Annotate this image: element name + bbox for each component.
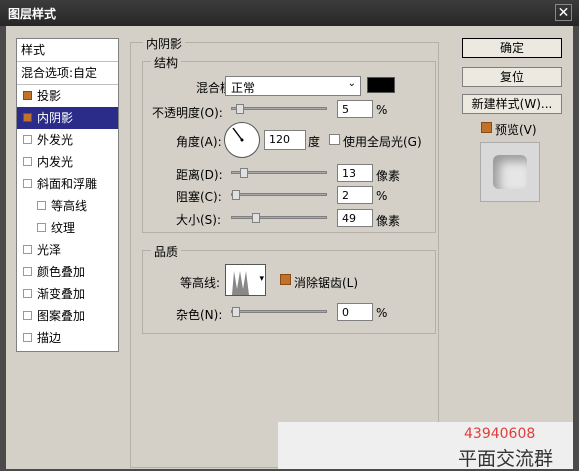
style-item-checkbox[interactable] — [23, 157, 32, 166]
contour-preview-icon — [227, 271, 257, 295]
style-item[interactable]: 内阴影 — [17, 107, 118, 129]
opacity-slider[interactable] — [231, 104, 327, 114]
style-item-label: 光泽 — [37, 243, 62, 257]
title-bar: 图层样式 ✕ — [0, 0, 579, 26]
opacity-unit: % — [376, 103, 388, 117]
style-item-label: 渐变叠加 — [37, 287, 86, 301]
choke-slider-thumb[interactable] — [232, 190, 240, 200]
noise-unit: % — [376, 306, 388, 320]
reset-button[interactable]: 复位 — [462, 67, 562, 87]
styles-list: 样式 混合选项:自定 投影内阴影外发光内发光斜面和浮雕等高线纹理光泽颜色叠加渐变… — [16, 38, 119, 352]
blend-mode-value: 正常 — [231, 81, 256, 95]
style-item[interactable]: 内发光 — [17, 151, 118, 173]
style-item-checkbox[interactable] — [37, 223, 46, 232]
style-item-checkbox[interactable] — [23, 311, 32, 320]
opacity-label: 不透明度(O): — [152, 106, 223, 120]
layer-style-dialog: 样式 混合选项:自定 投影 内阴影 外发光 内发光 斜面和浮雕 等高线 纹理 光泽 颜色叠加 渐变… — [6, 26, 573, 470]
preview-shape — [493, 155, 527, 189]
style-item-label: 内发光 — [37, 155, 74, 169]
ok-button[interactable]: 确定 — [462, 38, 562, 58]
style-item-checkbox[interactable] — [23, 91, 32, 100]
distance-slider-thumb[interactable] — [240, 168, 248, 178]
angle-dial[interactable] — [224, 122, 260, 158]
choke-unit: % — [376, 189, 388, 203]
style-item[interactable]: 描边 — [17, 327, 118, 349]
preview-swatch — [480, 142, 540, 202]
chevron-down-icon: ⌄ — [347, 78, 356, 89]
style-item[interactable]: 投影 — [17, 85, 118, 107]
angle-dial-needle-icon — [232, 127, 244, 142]
noise-input[interactable]: 0 — [337, 303, 373, 321]
style-item-checkbox[interactable] — [23, 267, 32, 276]
noise-label: 杂色(N): — [176, 308, 223, 322]
opacity-input[interactable]: 5 — [337, 100, 373, 118]
style-item-label: 投影 — [37, 89, 62, 103]
angle-input[interactable]: 120 — [264, 130, 306, 150]
close-button[interactable]: ✕ — [555, 4, 572, 21]
size-slider[interactable] — [231, 213, 327, 223]
structure-title: 结构 — [151, 54, 182, 71]
contour-label: 等高线: — [180, 276, 221, 290]
style-item-label: 纹理 — [51, 221, 76, 235]
global-light-label: 使用全局光(G) — [343, 135, 422, 149]
size-unit: 像素 — [376, 214, 401, 228]
choke-label: 阻塞(C): — [176, 190, 222, 204]
style-item-label: 图案叠加 — [37, 309, 86, 323]
antialias-checkbox[interactable] — [280, 274, 291, 285]
preview-checkbox[interactable] — [481, 122, 492, 133]
style-item-label: 等高线 — [51, 199, 88, 213]
style-item[interactable]: 颜色叠加 — [17, 261, 118, 283]
angle-label: 角度(A): — [176, 135, 222, 149]
contour-dropdown-icon: ▾ — [259, 274, 264, 284]
style-item[interactable]: 外发光 — [17, 129, 118, 151]
watermark-box: 43940608 平面交流群 — [278, 422, 573, 470]
new-style-button[interactable]: 新建样式(W)... — [462, 94, 562, 114]
style-item-checkbox[interactable] — [23, 135, 32, 144]
distance-slider[interactable] — [231, 168, 327, 178]
blend-mode-select[interactable]: 正常 ⌄ — [225, 76, 361, 96]
size-slider-thumb[interactable] — [252, 213, 260, 223]
watermark-number: 43940608 — [464, 426, 536, 442]
style-item-label: 内阴影 — [37, 111, 74, 125]
style-item-checkbox[interactable] — [37, 201, 46, 210]
distance-unit: 像素 — [376, 169, 401, 183]
style-item-label: 斜面和浮雕 — [37, 177, 98, 191]
preview-label: 预览(V) — [495, 123, 537, 137]
style-item-label: 描边 — [37, 331, 62, 345]
inner-shadow-title: 内阴影 — [143, 35, 186, 52]
style-item-checkbox[interactable] — [23, 245, 32, 254]
noise-slider-thumb[interactable] — [232, 307, 240, 317]
distance-label: 距离(D): — [176, 168, 223, 182]
style-item[interactable]: 渐变叠加 — [17, 283, 118, 305]
contour-picker[interactable]: ▾ — [225, 264, 266, 296]
window-title: 图层样式 — [8, 7, 57, 21]
watermark-text: 平面交流群 — [458, 448, 554, 470]
quality-title: 品质 — [151, 243, 182, 260]
choke-slider[interactable] — [231, 190, 327, 200]
opacity-slider-thumb[interactable] — [236, 104, 245, 114]
choke-input[interactable]: 2 — [337, 186, 373, 204]
style-item[interactable]: 图案叠加 — [17, 305, 118, 327]
style-item-checkbox[interactable] — [23, 113, 32, 122]
style-item-label: 外发光 — [37, 133, 74, 147]
style-item-checkbox[interactable] — [23, 289, 32, 298]
blend-color-swatch[interactable] — [367, 77, 395, 93]
antialias-label: 消除锯齿(L) — [294, 276, 359, 290]
global-light-checkbox[interactable] — [329, 134, 340, 145]
style-item-checkbox[interactable] — [23, 179, 32, 188]
style-item[interactable]: 光泽 — [17, 239, 118, 261]
size-input[interactable]: 49 — [337, 209, 373, 227]
style-item-label: 颜色叠加 — [37, 265, 86, 279]
blending-options-item[interactable]: 混合选项:自定 — [17, 62, 118, 85]
style-item[interactable]: 斜面和浮雕 — [17, 173, 118, 195]
style-item-checkbox[interactable] — [23, 333, 32, 342]
styles-header[interactable]: 样式 — [17, 39, 118, 62]
angle-unit: 度 — [308, 135, 321, 149]
size-label: 大小(S): — [176, 213, 222, 227]
close-icon: ✕ — [557, 5, 570, 21]
distance-input[interactable]: 13 — [337, 164, 373, 182]
style-item[interactable]: 纹理 — [17, 217, 118, 239]
style-item[interactable]: 等高线 — [17, 195, 118, 217]
noise-slider[interactable] — [231, 307, 327, 317]
